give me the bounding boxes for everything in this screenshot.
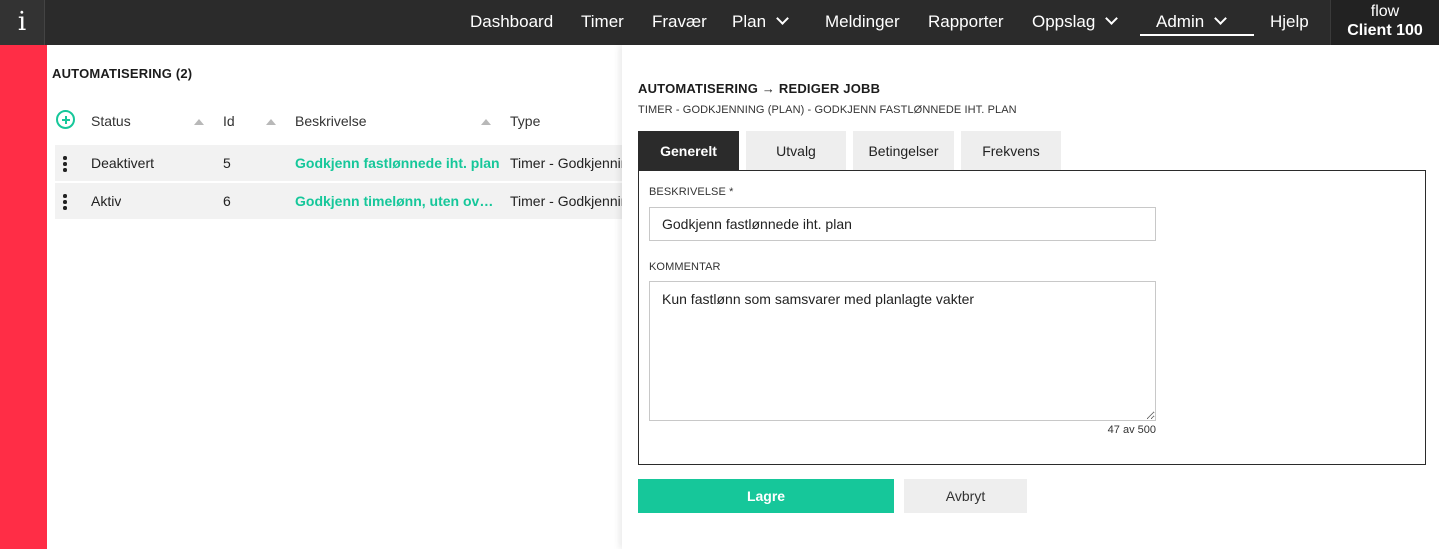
chevron-down-icon bbox=[1105, 12, 1119, 25]
nav-hjelp[interactable]: Hjelp bbox=[1270, 0, 1309, 45]
panel-title: AUTOMATISERING → REDIGER JOBB bbox=[638, 81, 881, 96]
logo-text: i bbox=[17, 7, 27, 37]
beskrivelse-label: BESKRIVELSE * bbox=[649, 186, 734, 198]
sort-up-icon[interactable] bbox=[194, 119, 204, 125]
cell-beskrivelse-link[interactable]: Godkjenn fastlønnede iht. plan bbox=[295, 155, 505, 171]
nav-label: Timer bbox=[581, 12, 624, 31]
cancel-button[interactable]: Avbryt bbox=[904, 479, 1027, 513]
column-header-type[interactable]: Type bbox=[510, 113, 540, 129]
table-row[interactable]: Aktiv 6 Godkjenn timelønn, uten overtid … bbox=[55, 183, 622, 219]
cell-id: 5 bbox=[223, 155, 231, 171]
cell-status: Aktiv bbox=[91, 193, 122, 209]
tab-utvalg[interactable]: Utvalg bbox=[746, 131, 846, 170]
nav-label: Meldinger bbox=[825, 12, 900, 31]
top-navigation-bar: i Dashboard Timer Fravær Plan Meldinger … bbox=[0, 0, 1439, 45]
cell-type: Timer - Godkjenning bbox=[510, 155, 622, 171]
app-logo[interactable]: i bbox=[0, 0, 45, 45]
sort-up-icon[interactable] bbox=[481, 119, 491, 125]
table-row[interactable]: Deaktivert 5 Godkjenn fastlønnede iht. p… bbox=[55, 145, 622, 181]
beskrivelse-input[interactable] bbox=[649, 207, 1156, 241]
save-button[interactable]: Lagre bbox=[638, 479, 894, 513]
client-app-name: flow bbox=[1370, 3, 1400, 20]
cell-beskrivelse-link[interactable]: Godkjenn timelønn, uten overtid bbox=[295, 193, 500, 209]
kommentar-label: KOMMENTAR bbox=[649, 261, 721, 273]
sort-up-icon[interactable] bbox=[266, 119, 276, 125]
character-counter: 47 av 500 bbox=[1107, 424, 1156, 436]
nav-label: Plan bbox=[732, 12, 767, 31]
more-vertical-icon[interactable] bbox=[63, 194, 67, 210]
add-circle-icon[interactable] bbox=[56, 110, 75, 129]
nav-label: Oppslag bbox=[1032, 12, 1096, 31]
list-title: AUTOMATISERING (2) bbox=[52, 66, 193, 81]
client-name: Client 100 bbox=[1347, 22, 1423, 39]
tab-frekvens[interactable]: Frekvens bbox=[961, 131, 1061, 170]
nav-label: Hjelp bbox=[1270, 12, 1309, 31]
kommentar-textarea[interactable]: Kun fastlønn som samsvarer med planlagte… bbox=[649, 281, 1156, 421]
more-vertical-icon[interactable] bbox=[63, 156, 67, 172]
nav-dashboard[interactable]: Dashboard bbox=[470, 0, 553, 45]
cell-id: 6 bbox=[223, 193, 231, 209]
cell-status: Deaktivert bbox=[91, 155, 155, 171]
nav-label: Admin bbox=[1156, 12, 1205, 31]
panel-subtitle: TIMER - GODKJENNING (PLAN) - GODKJENN FA… bbox=[638, 104, 1017, 116]
column-header-beskrivelse[interactable]: Beskrivelse bbox=[295, 113, 367, 129]
column-header-id[interactable]: Id bbox=[223, 113, 235, 129]
nav-label: Dashboard bbox=[470, 12, 554, 31]
column-header-status[interactable]: Status bbox=[91, 113, 131, 129]
chevron-down-icon bbox=[776, 12, 789, 25]
chevron-down-icon bbox=[1214, 12, 1228, 25]
nav-label: Rapporter bbox=[928, 12, 1004, 31]
cell-type: Timer - Godkjenning bbox=[510, 193, 622, 209]
nav-plan[interactable]: Plan bbox=[732, 0, 789, 45]
tab-generelt[interactable]: Generelt bbox=[638, 131, 739, 170]
nav-oppslag[interactable]: Oppslag bbox=[1032, 0, 1119, 45]
nav-fravaer[interactable]: Fravær bbox=[652, 0, 707, 45]
nav-admin[interactable]: Admin bbox=[1156, 0, 1228, 45]
tab-betingelser[interactable]: Betingelser bbox=[853, 131, 954, 170]
nav-timer[interactable]: Timer bbox=[581, 0, 624, 45]
side-accent-strip bbox=[0, 45, 47, 549]
client-selector[interactable]: flow Client 100 bbox=[1330, 0, 1439, 45]
nav-label: Fravær bbox=[652, 12, 707, 31]
nav-rapporter[interactable]: Rapporter bbox=[928, 0, 1004, 45]
nav-meldinger[interactable]: Meldinger bbox=[825, 0, 900, 45]
active-nav-indicator bbox=[1140, 34, 1254, 36]
